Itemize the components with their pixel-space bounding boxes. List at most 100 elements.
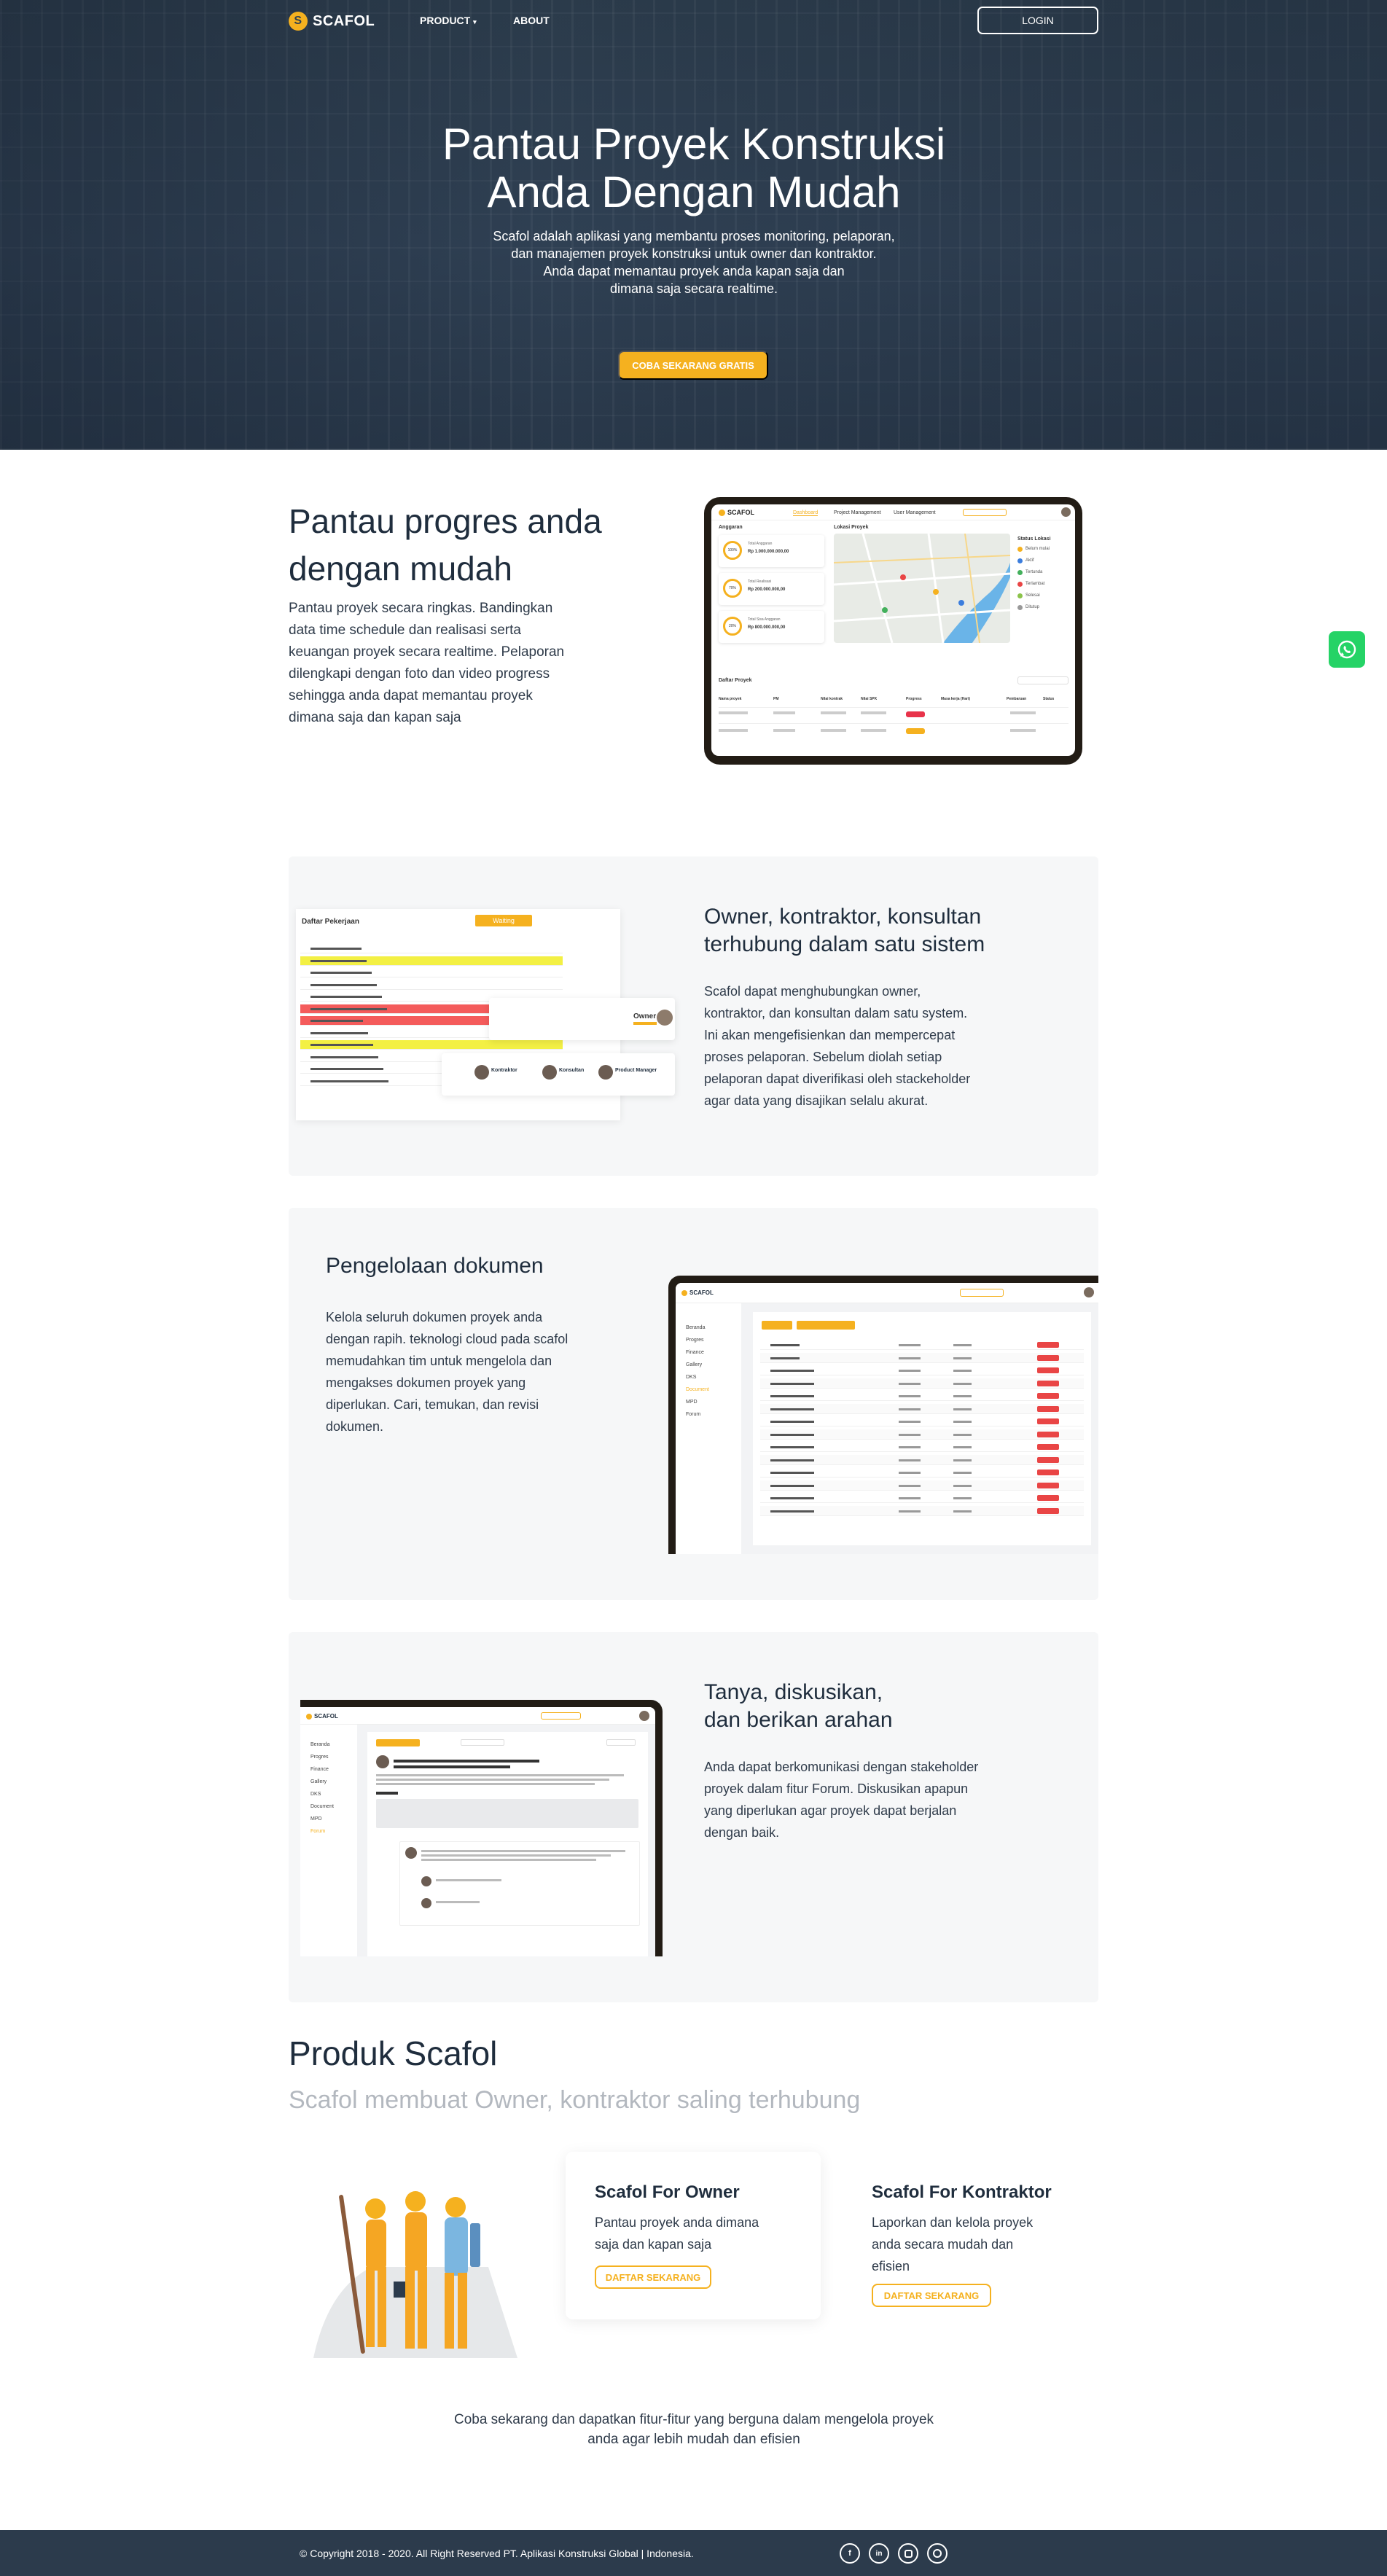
avatar: [376, 1755, 389, 1768]
logo-icon: [306, 1713, 312, 1720]
sidebar-item: Beranda: [686, 1325, 706, 1330]
sidebar-item: Forum: [310, 1829, 326, 1834]
sidebar-item: Gallery: [310, 1779, 327, 1784]
table-row: [300, 956, 563, 966]
avatar: [542, 1065, 557, 1080]
table-header-cell: Masa kerja (Hari): [941, 697, 971, 701]
avatar: [598, 1065, 613, 1080]
linkedin-icon[interactable]: in: [869, 2543, 889, 2564]
sidebar-item: DKS: [310, 1792, 321, 1797]
feature-connected-text: Scafol dapat menghubungkan owner, kontra…: [704, 984, 971, 1108]
feature-documents-section: Pengelolaan dokumen Kelola seluruh dokum…: [289, 1208, 1098, 1600]
hero-subtitle: Scafol adalah aplikasi yang membantu pro…: [493, 229, 895, 296]
avatar: [405, 1847, 417, 1859]
sidebar-item: DKS: [686, 1375, 697, 1380]
table-row: [300, 1040, 563, 1050]
budget-card: 70% Total Realisasi Rp 200.000.000,00: [719, 573, 824, 605]
table-row: [760, 1340, 1084, 1350]
table-row: [760, 1429, 1084, 1440]
hero-title: Pantau Proyek Konstruksi Anda Dengan Mud…: [442, 120, 946, 216]
budget-card: 100% Total Anggaran Rp 1.000.000.000,00: [719, 535, 824, 567]
table-row: [760, 1442, 1084, 1452]
whatsapp-icon[interactable]: [927, 2543, 948, 2564]
legend-item: Ditutup: [1025, 605, 1040, 609]
avatar: [421, 1898, 431, 1908]
table-row: [300, 980, 563, 990]
table-header-cell: Status: [1043, 697, 1055, 701]
whatsapp-float-button[interactable]: [1329, 631, 1365, 668]
table-row: [760, 1365, 1084, 1375]
brand-logo[interactable]: S SCAFOL: [289, 10, 375, 32]
sidebar-item: Document: [310, 1804, 334, 1809]
products-title: Produk Scafol: [289, 2034, 498, 2072]
project-map: [834, 534, 1010, 643]
legend-item: Belum mulai: [1025, 547, 1050, 551]
sidebar: [300, 1725, 357, 1956]
logo-icon: [681, 1289, 687, 1296]
sidebar-item: Finance: [310, 1767, 329, 1772]
products-subtitle: Scafol membuat Owner, kontraktor saling …: [289, 2086, 861, 2114]
footer: © Copyright 2018 - 2020. All Right Reser…: [0, 2530, 1387, 2576]
table-row: [760, 1416, 1084, 1426]
table-row: [760, 1480, 1084, 1491]
nav-product[interactable]: PRODUCT ▾: [420, 15, 477, 26]
try-free-button[interactable]: COBA SEKARANG GRATIS: [618, 351, 768, 380]
feature-forum-section: SCAFOL Beranda Progres Finance Gallery DKS Do…: [289, 1632, 1098, 2002]
legend-item: Terlambat: [1025, 582, 1045, 586]
chevron-down-icon: ▾: [473, 18, 477, 26]
owner-card: Owner: [489, 998, 675, 1040]
table-header-cell: Progress: [906, 697, 922, 701]
table-header-cell: Nama proyek: [719, 697, 742, 701]
avatar: [474, 1065, 489, 1080]
workers-illustration: [313, 2191, 517, 2358]
register-owner-button[interactable]: DAFTAR SEKARANG: [595, 2265, 711, 2289]
sidebar-item: MPD: [310, 1816, 322, 1822]
documents-screenshot: SCAFOL Beranda Progres Finance Gallery DKS Do…: [668, 1276, 1098, 1554]
product-contractor-card: Scafol For Kontraktor Laporkan dan kelol…: [872, 2152, 1090, 2319]
sidebar-item: Beranda: [310, 1742, 330, 1747]
sidebar-item: MPD: [686, 1400, 698, 1405]
table-row: [760, 1505, 1084, 1516]
table-row: [760, 1467, 1084, 1478]
hero-section: S SCAFOL PRODUCT ▾ ABOUT LOGIN Pantau Pr…: [0, 0, 1387, 450]
dashboard-screenshot: SCAFOL Dashboard Project Management User…: [704, 497, 1082, 765]
feature-connected-section: Daftar Pekerjaan Waiting Owner Kontrakto…: [289, 856, 1098, 1176]
feature-progress-text: Pantau proyek secara ringkas. Bandingkan…: [289, 601, 565, 725]
table-row: [760, 1454, 1084, 1465]
avatar: [639, 1711, 649, 1721]
product-owner-card: Scafol For Owner Pantau proyek anda dima…: [566, 2152, 821, 2319]
feature-progress-title: Pantau progres anda dengan mudah: [289, 502, 602, 588]
table-header-cell: Pembaruan: [1007, 697, 1027, 701]
feature-forum-text: Anda dapat berkomunikasi dengan stakehol…: [704, 1760, 979, 1840]
table-row: [300, 944, 563, 953]
legend-item: Selesai: [1025, 593, 1040, 598]
login-button[interactable]: LOGIN: [977, 7, 1098, 34]
budget-card: 20% Total Sisa Anggaran Rp 800.000.000,00: [719, 611, 824, 643]
facebook-icon[interactable]: f: [840, 2543, 860, 2564]
avatar: [1084, 1287, 1094, 1297]
table-row: [760, 1352, 1084, 1363]
sidebar-item: Document: [686, 1387, 709, 1392]
sidebar-item: Progres: [686, 1338, 704, 1343]
sidebar-item: Forum: [686, 1412, 701, 1417]
table-header-cell: Nilai SPK: [861, 697, 878, 701]
legend-item: Aktif: [1025, 558, 1034, 563]
table-row: [300, 968, 563, 977]
register-contractor-button[interactable]: DAFTAR SEKARANG: [872, 2284, 991, 2307]
table-row: [760, 1391, 1084, 1401]
sidebar-item: Finance: [686, 1350, 704, 1355]
table-row: [760, 1378, 1084, 1389]
table-header-cell: Nilai kontrak: [821, 697, 843, 701]
feature-documents-title: Pengelolaan dokumen: [326, 1254, 544, 1278]
nav-about[interactable]: ABOUT: [513, 15, 550, 26]
instagram-icon[interactable]: [898, 2543, 918, 2564]
table-row: [760, 1403, 1084, 1414]
roles-card: Kontraktor Konsultan Product Manager: [442, 1053, 675, 1096]
brand-name: SCAFOL: [313, 12, 375, 29]
table-row: [760, 1493, 1084, 1503]
avatar: [657, 1010, 673, 1026]
avatar: [1061, 507, 1071, 517]
feature-forum-title: Tanya, diskusikan, dan berikan arahan: [704, 1680, 893, 1732]
feature-connected-title: Owner, kontraktor, konsultan terhubung d…: [704, 905, 985, 956]
search-input: [1017, 676, 1068, 684]
